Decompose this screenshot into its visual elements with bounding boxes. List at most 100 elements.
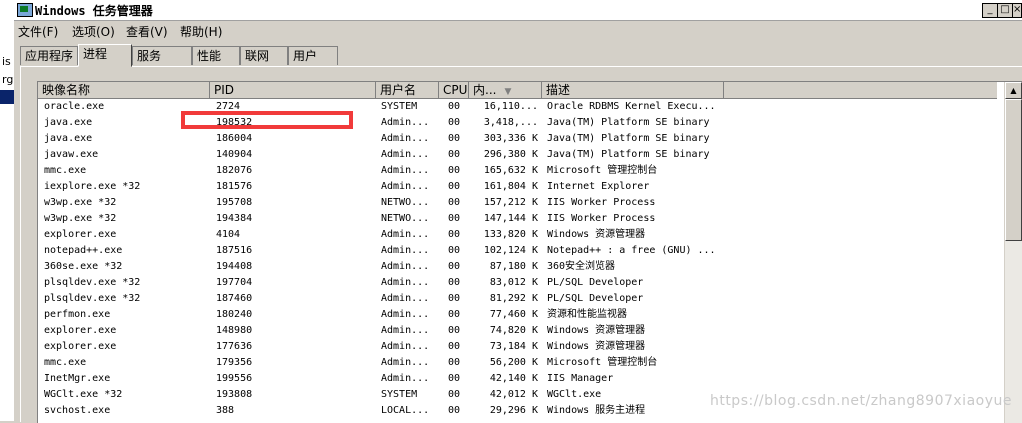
process-pid: 177636: [216, 341, 253, 352]
process-user: Admin...: [381, 277, 430, 288]
process-cpu: 00: [448, 389, 461, 400]
tab-processes[interactable]: 进程: [78, 44, 132, 67]
process-user: Admin...: [381, 373, 430, 384]
process-description: Java(TM) Platform SE binary: [547, 149, 710, 160]
process-cpu: 00: [448, 133, 461, 144]
process-memory: 77,460 K: [489, 309, 538, 320]
process-pid: 197704: [216, 277, 253, 288]
background-selection: [0, 90, 14, 104]
column-header-image-name[interactable]: 映像名称: [38, 82, 210, 98]
process-pid: 181576: [216, 181, 253, 192]
column-header-cpu[interactable]: CPU: [439, 82, 469, 98]
process-description: IIS Worker Process: [547, 213, 656, 224]
process-user: SYSTEM: [381, 101, 418, 112]
process-row[interactable]: mmc.exe 182076 Admin... 00 165,632 K Microsof…: [38, 163, 997, 179]
process-row[interactable]: explorer.exe 148980 Admin... 00 74,820 K Wind…: [38, 323, 997, 339]
process-row[interactable]: perfmon.exe 180240 Admin... 00 77,460 K 资源和性能…: [38, 307, 997, 323]
highlight-annotation-box: [181, 111, 353, 129]
process-memory: 147,144 K: [483, 213, 538, 224]
process-row[interactable]: java.exe 186004 Admin... 00 303,336 K Java(TM…: [38, 131, 997, 147]
process-description: WGClt.exe: [547, 389, 602, 400]
process-cpu: 00: [448, 117, 461, 128]
column-header-memory[interactable]: 内... ▼: [469, 82, 542, 98]
column-header-pid[interactable]: PID: [210, 82, 376, 98]
process-cpu: 00: [448, 277, 461, 288]
process-cpu: 00: [448, 149, 461, 160]
column-header-description[interactable]: 描述: [542, 82, 724, 98]
process-cpu: 00: [448, 245, 461, 256]
process-row[interactable]: explorer.exe 177636 Admin... 00 73,184 K Wind…: [38, 339, 997, 355]
process-list[interactable]: 映像名称 PID 用户名 CPU 内... ▼ 描述 oracle.exe 2724…: [37, 81, 1022, 423]
scroll-up-arrow-icon[interactable]: ▲: [1005, 82, 1022, 99]
background-text: is: [2, 55, 11, 68]
process-user: NETWO...: [381, 213, 430, 224]
process-user: Admin...: [381, 261, 430, 272]
process-pid: 187516: [216, 245, 253, 256]
process-row[interactable]: w3wp.exe *32 195708 NETWO... 00 157,212 K IIS…: [38, 195, 997, 211]
menu-help[interactable]: 帮助(H): [180, 23, 222, 40]
process-row[interactable]: plsqldev.exe *32 197704 Admin... 00 83,012 K…: [38, 275, 997, 291]
tab-strip: 应用程序 进程 服务 性能 联网 用户: [20, 44, 1010, 67]
process-row[interactable]: explorer.exe 4104 Admin... 00 133,820 K Windo…: [38, 227, 997, 243]
process-name: svchost.exe: [44, 405, 111, 416]
tab-applications[interactable]: 应用程序: [20, 46, 78, 65]
process-name: w3wp.exe *32: [44, 213, 117, 224]
process-memory: 161,804 K: [483, 181, 538, 192]
process-description: PL/SQL Developer: [547, 293, 644, 304]
process-description: Java(TM) Platform SE binary: [547, 133, 710, 144]
process-name: iexplore.exe *32: [44, 181, 141, 192]
menu-view[interactable]: 查看(V): [126, 23, 168, 40]
process-user: NETWO...: [381, 197, 430, 208]
process-user: Admin...: [381, 341, 430, 352]
process-name: InetMgr.exe: [44, 373, 111, 384]
process-memory: 73,184 K: [489, 341, 538, 352]
process-row[interactable]: w3wp.exe *32 194384 NETWO... 00 147,144 K IIS…: [38, 211, 997, 227]
tab-performance[interactable]: 性能: [192, 46, 240, 65]
process-description: PL/SQL Developer: [547, 277, 644, 288]
menu-options[interactable]: 选项(O): [72, 23, 115, 40]
process-cpu: 00: [448, 261, 461, 272]
process-row[interactable]: plsqldev.exe *32 187460 Admin... 00 81,292 K…: [38, 291, 997, 307]
minimize-button[interactable]: _: [982, 3, 998, 18]
maximize-button[interactable]: □: [997, 3, 1013, 18]
process-description: Notepad++ : a free (GNU) ...: [547, 245, 716, 256]
process-name: WGClt.exe *32: [44, 389, 123, 400]
process-pid: 194408: [216, 261, 253, 272]
process-row[interactable]: mmc.exe 179356 Admin... 00 56,200 K Microsoft…: [38, 355, 997, 371]
vertical-scrollbar[interactable]: ▲: [1004, 82, 1022, 423]
process-name: oracle.exe: [44, 101, 105, 112]
menu-file[interactable]: 文件(F): [18, 23, 58, 40]
process-description: 资源和性能监视器: [547, 309, 627, 320]
process-memory: 165,632 K: [483, 165, 538, 176]
scrollbar-thumb[interactable]: [1005, 99, 1022, 241]
process-row[interactable]: notepad++.exe 187516 Admin... 00 102,124 K No…: [38, 243, 997, 259]
tab-networking[interactable]: 联网: [240, 46, 288, 65]
window-title: Windows 任务管理器: [35, 4, 153, 18]
process-description: Internet Explorer: [547, 181, 650, 192]
task-manager-window: Windows 任务管理器 _ □ × 文件(F) 选项(O) 查看(V) 帮助…: [14, 0, 1022, 423]
process-pid: 388: [216, 405, 235, 416]
process-description: Java(TM) Platform SE binary: [547, 117, 710, 128]
process-row[interactable]: InetMgr.exe 199556 Admin... 00 42,140 K IIS M…: [38, 371, 997, 387]
process-row[interactable]: javaw.exe 140904 Admin... 00 296,380 K Java(T…: [38, 147, 997, 163]
column-header-username[interactable]: 用户名: [376, 82, 439, 98]
process-pid: 182076: [216, 165, 253, 176]
process-name: plsqldev.exe *32: [44, 277, 141, 288]
tab-users[interactable]: 用户: [288, 46, 338, 65]
process-user: Admin...: [381, 117, 430, 128]
process-memory: 3,418,...: [483, 117, 538, 128]
process-cpu: 00: [448, 213, 461, 224]
close-button[interactable]: ×: [1012, 3, 1022, 18]
background-window-edge: is rg: [0, 0, 15, 421]
process-user: LOCAL...: [381, 405, 430, 416]
process-row[interactable]: 360se.exe *32 194408 Admin... 00 87,180 K 360…: [38, 259, 997, 275]
process-cpu: 00: [448, 309, 461, 320]
process-pid: 140904: [216, 149, 253, 160]
process-cpu: 00: [448, 181, 461, 192]
process-cpu: 00: [448, 165, 461, 176]
title-bar[interactable]: Windows 任务管理器 _ □ ×: [14, 0, 1022, 21]
process-rows: oracle.exe 2724 SYSTEM 00 16,110... Oracle RD…: [38, 99, 997, 419]
tab-services[interactable]: 服务: [132, 46, 192, 65]
process-user: Admin...: [381, 309, 430, 320]
process-row[interactable]: iexplore.exe *32 181576 Admin... 00 161,804 …: [38, 179, 997, 195]
